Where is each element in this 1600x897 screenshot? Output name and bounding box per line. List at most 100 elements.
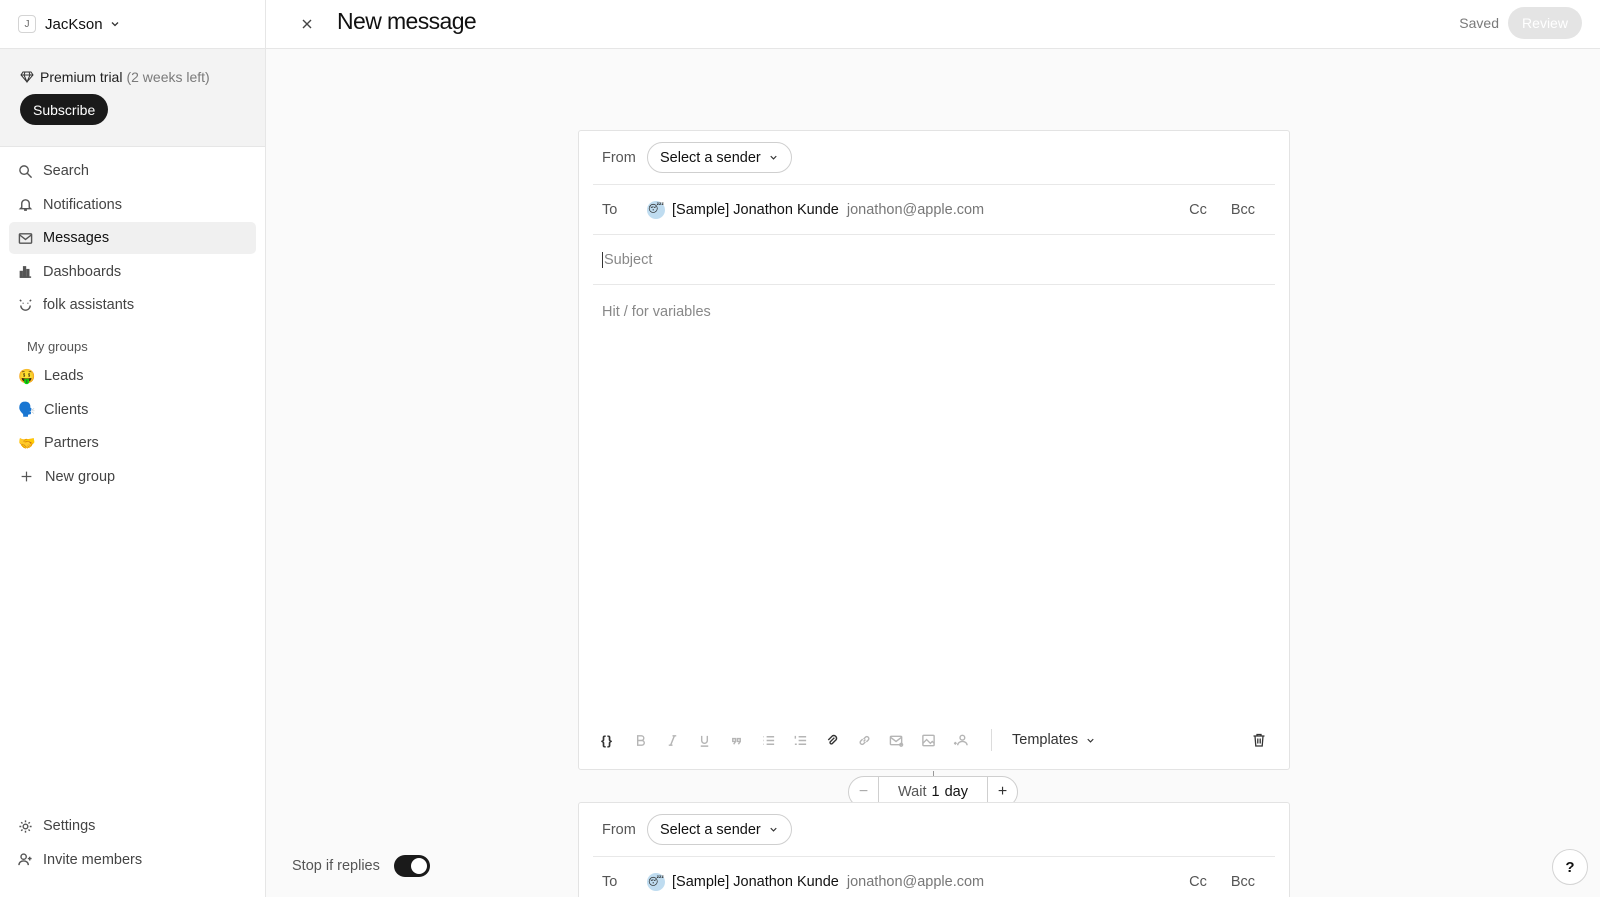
subject-row	[593, 235, 1275, 285]
nav-item-label: Dashboards	[43, 263, 122, 280]
review-button[interactable]: Review	[1508, 7, 1582, 39]
subscribe-button[interactable]: Subscribe	[20, 94, 109, 125]
bcc-button[interactable]: Bcc	[1231, 874, 1255, 890]
cc-button[interactable]: Cc	[1189, 202, 1207, 218]
from-label: From	[602, 821, 636, 838]
group-item-leads[interactable]: 🤑 Leads	[9, 360, 256, 392]
nav-item-search[interactable]: Search	[9, 155, 256, 187]
stop-if-replies: Stop if replies	[292, 855, 430, 877]
add-user-icon	[18, 853, 32, 866]
recipient-avatar: 😴	[647, 200, 665, 219]
nav-item-label: Search	[43, 163, 89, 179]
gear-icon	[19, 819, 32, 833]
chevron-down-icon	[1087, 738, 1094, 743]
message-composer: From Select a sender To 😴 [Sample] Jonat…	[578, 130, 1290, 770]
select-sender-dropdown[interactable]: Select a sender	[647, 142, 792, 173]
nav-item-label: Notifications	[43, 196, 122, 213]
money-face-icon: 🤑	[18, 367, 36, 384]
message-composer-step-2: From Select a sender To 😴 [Sample] Jonat…	[578, 802, 1290, 897]
handshake-icon: 🤝	[18, 434, 36, 451]
groups-heading: My groups	[27, 339, 88, 354]
wait-value[interactable]: 1	[932, 784, 940, 800]
assistant-smile-icon	[19, 298, 32, 311]
to-label: To	[602, 874, 618, 890]
nav-item-notifications[interactable]: Notifications	[9, 189, 256, 221]
wait-prefix: Wait	[898, 784, 927, 800]
wait-unit[interactable]: day	[945, 784, 968, 800]
select-sender-dropdown[interactable]: Select a sender	[647, 814, 792, 845]
new-group-button[interactable]: New group	[9, 461, 256, 493]
chevron-down-icon	[770, 155, 777, 160]
bullet-list-icon[interactable]	[761, 727, 793, 753]
image-icon[interactable]	[921, 727, 953, 753]
group-item-partners[interactable]: 🤝 Partners	[9, 427, 256, 459]
recipient-avatar: 😴	[647, 873, 665, 891]
recipient-name[interactable]: [Sample] Jonathon Kunde	[672, 874, 839, 890]
sidebar: J JacKson Premium trial (2 weeks left) S…	[0, 0, 266, 897]
search-icon	[19, 164, 33, 178]
to-row: To 😴 [Sample] Jonathon Kunde jonathon@ap…	[593, 857, 1275, 897]
numbered-list-icon[interactable]	[793, 727, 825, 753]
top-bar: New message Saved Review	[266, 0, 1600, 49]
page-title: New message	[337, 8, 477, 34]
nav-item-messages[interactable]: Messages	[9, 222, 256, 254]
bottom-nav: Settings Invite members	[9, 810, 256, 877]
to-row: To 😴 [Sample] Jonathon Kunde jonathon@ap…	[593, 185, 1275, 235]
nav-item-label: Invite members	[43, 851, 143, 868]
close-icon[interactable]	[300, 17, 314, 31]
bar-chart-icon	[19, 266, 32, 278]
templates-dropdown[interactable]: Templates	[1012, 732, 1096, 748]
trial-remaining: (2 weeks left)	[126, 69, 210, 85]
link-icon[interactable]	[857, 727, 889, 753]
signature-icon[interactable]	[953, 727, 985, 753]
variables-icon[interactable]: {}	[601, 727, 633, 753]
premium-trial-banner: Premium trial (2 weeks left) Subscribe	[0, 49, 265, 147]
nav-item-dashboards[interactable]: Dashboards	[9, 256, 256, 288]
nav-item-settings[interactable]: Settings	[9, 810, 256, 842]
speaking-head-icon: 🗣️	[18, 401, 36, 417]
nav-item-label: Messages	[43, 230, 110, 246]
mail-icon	[18, 232, 33, 244]
chevron-down-icon	[111, 22, 119, 27]
body-editor[interactable]: Hit / for variables	[602, 304, 711, 320]
sequence-editor: From Select a sender To 😴 [Sample] Jonat…	[266, 49, 1600, 897]
bold-icon[interactable]	[633, 727, 665, 753]
subject-input[interactable]	[602, 251, 1202, 268]
nav-item-label: folk assistants	[43, 297, 135, 313]
plus-icon	[21, 471, 32, 482]
cc-button[interactable]: Cc	[1189, 874, 1207, 890]
chevron-down-icon	[770, 827, 777, 832]
save-status: Saved	[1459, 15, 1499, 31]
nav-item-invite-members[interactable]: Invite members	[9, 844, 256, 876]
stop-if-replies-label: Stop if replies	[292, 858, 380, 874]
toolbar-divider	[991, 729, 992, 751]
nav-item-assistants[interactable]: folk assistants	[9, 289, 256, 321]
underline-icon[interactable]	[697, 727, 729, 753]
bell-icon	[18, 199, 33, 211]
workspace-name: JacKson	[45, 15, 103, 33]
quote-icon[interactable]	[729, 727, 761, 753]
email-link-icon[interactable]	[889, 727, 921, 753]
from-row: From Select a sender	[593, 803, 1275, 857]
nav-item-label: Leads	[44, 368, 84, 384]
attachment-icon[interactable]	[825, 727, 857, 753]
help-button[interactable]: ?	[1552, 849, 1588, 885]
recipient-email: jonathon@apple.com	[846, 201, 985, 218]
recipient-name[interactable]: [Sample] Jonathon Kunde	[672, 202, 839, 218]
bcc-button[interactable]: Bcc	[1231, 202, 1255, 218]
nav-item-label: Partners	[44, 435, 99, 451]
italic-icon[interactable]	[665, 727, 697, 753]
diamond-icon	[20, 71, 34, 84]
nav-item-label: New group	[45, 468, 116, 485]
main-nav: Search Notifications Messages Dashboards…	[0, 147, 265, 493]
stop-if-replies-toggle[interactable]	[393, 855, 430, 877]
group-item-clients[interactable]: 🗣️ Clients	[9, 394, 256, 426]
sender-placeholder: Select a sender	[660, 821, 761, 838]
recipient-email: jonathon@apple.com	[846, 874, 985, 890]
workspace-switcher[interactable]: J JacKson	[0, 0, 265, 49]
workspace-avatar: J	[18, 15, 36, 33]
from-row: From Select a sender	[593, 131, 1275, 185]
trash-icon[interactable]	[1251, 732, 1267, 748]
to-label: To	[602, 201, 618, 218]
sender-placeholder: Select a sender	[660, 149, 761, 166]
